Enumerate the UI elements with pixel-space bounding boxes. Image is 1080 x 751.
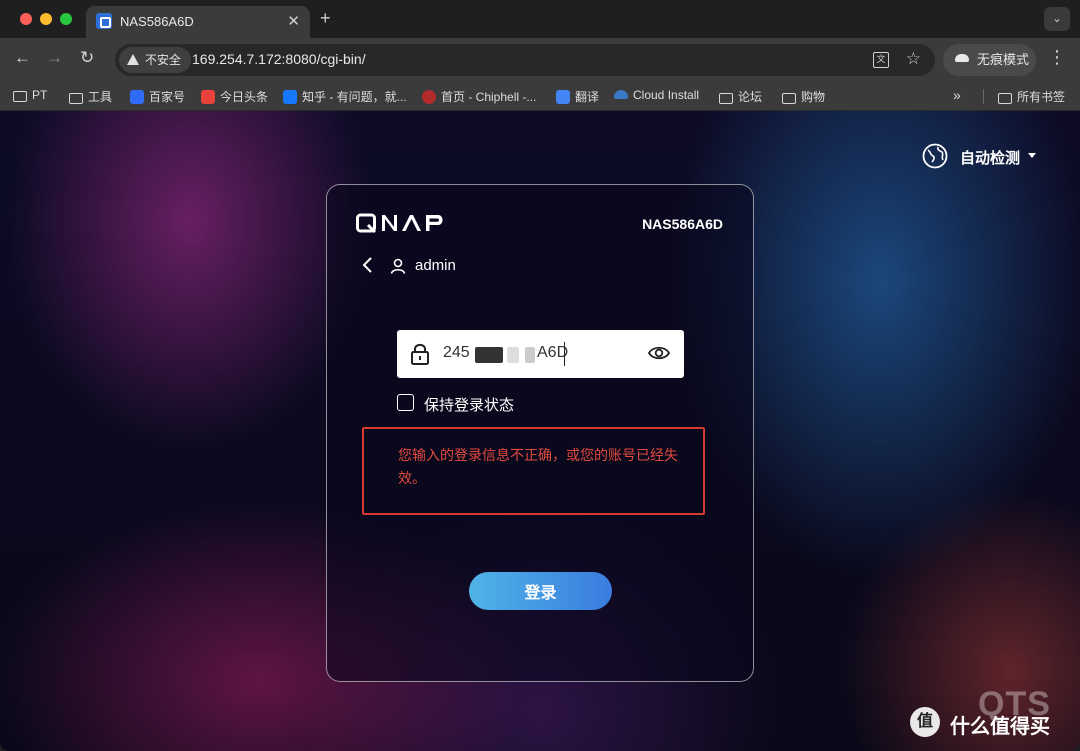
remember-checkbox[interactable]	[397, 394, 414, 411]
smzdm-text: 什么值得买	[950, 716, 1050, 738]
login-button[interactable]: 登录	[469, 572, 612, 610]
incognito-icon	[955, 54, 969, 62]
incognito-label: 无痕模式	[977, 52, 1030, 67]
warning-icon	[127, 54, 139, 65]
tab-strip: NAS586A6D ✕ + ⌄	[0, 0, 1080, 38]
new-tab-button[interactable]: +	[320, 8, 331, 29]
all-bookmarks-button[interactable]: 所有书签	[998, 88, 1065, 105]
folder-icon	[782, 93, 796, 104]
translate-page-icon[interactable]: 文	[873, 52, 889, 68]
toutiao-icon	[201, 90, 215, 104]
folder-icon	[69, 93, 83, 104]
maximize-window-button[interactable]	[60, 13, 72, 25]
minimize-window-button[interactable]	[40, 13, 52, 25]
security-label: 不安全	[145, 53, 182, 67]
forward-button[interactable]: →	[46, 48, 63, 68]
username-label: admin	[415, 257, 456, 274]
login-card: NAS586A6D admin 245 A6D 保持登录状态 您输入的登录信息不…	[326, 184, 754, 682]
tab-title: NAS586A6D	[120, 14, 194, 29]
browser-toolbar: ← → ↻ 不安全 169.254.7.172:8080/cgi-bin/ 文 …	[0, 38, 1080, 81]
device-name: NAS586A6D	[642, 216, 723, 232]
bookmark-item[interactable]: 论坛	[719, 88, 762, 105]
bookmark-item[interactable]: 翻译	[556, 88, 599, 105]
browser-window: NAS586A6D ✕ + ⌄ ← → ↻ 不安全 169.254.7.172:…	[0, 0, 1080, 751]
eye-icon[interactable]	[648, 344, 670, 362]
language-label: 自动检测	[960, 150, 1021, 167]
translate-icon	[556, 90, 570, 104]
bookmark-item[interactable]: Cloud Install	[614, 88, 699, 102]
smzdm-badge: 值	[910, 707, 940, 737]
qnap-favicon-icon	[96, 13, 112, 29]
folder-icon	[13, 91, 27, 102]
bookmark-star-icon[interactable]: ☆	[906, 49, 921, 69]
back-button[interactable]: ←	[14, 48, 31, 68]
bookmark-item[interactable]: 百家号	[130, 88, 185, 105]
bookmark-item[interactable]: PT	[13, 88, 47, 102]
remember-label: 保持登录状态	[424, 397, 515, 414]
close-window-button[interactable]	[20, 13, 32, 25]
baijiahao-icon	[130, 90, 144, 104]
browser-menu-icon[interactable]: ⋮	[1048, 48, 1066, 66]
password-redaction	[475, 347, 503, 363]
bookmarks-divider	[983, 89, 984, 104]
reload-button[interactable]: ↻	[80, 48, 94, 68]
user-icon	[390, 258, 406, 274]
error-message: 您输入的登录信息不正确，或您的账号已经失效。	[398, 447, 678, 486]
folder-icon	[719, 93, 733, 104]
bookmarks-bar: PT 工具 百家号 今日头条 知乎 - 有问题，就... 首页 - Chiphe…	[0, 81, 1080, 111]
chiphell-icon	[422, 90, 436, 104]
caret-down-icon	[1028, 153, 1036, 158]
qnap-logo	[356, 213, 443, 233]
url-text[interactable]: 169.254.7.172:8080/cgi-bin/	[192, 51, 366, 67]
more-bookmarks-button[interactable]: »	[953, 87, 961, 103]
qnap-login-page: 自动检测 NAS586A6D admin 245 A6D 保持登录状态 您输入的…	[0, 111, 1080, 751]
chevron-left-icon[interactable]	[360, 255, 374, 275]
security-chip[interactable]: 不安全	[119, 47, 192, 73]
bookmark-item[interactable]: 购物	[782, 88, 825, 105]
address-bar[interactable]: 不安全 169.254.7.172:8080/cgi-bin/ 文 ☆	[115, 44, 935, 76]
bookmark-item[interactable]: 工具	[69, 88, 112, 105]
password-redaction	[507, 347, 519, 363]
bookmark-item[interactable]: 今日头条	[201, 88, 268, 105]
globe-icon	[922, 143, 948, 169]
cloud-icon	[614, 90, 628, 99]
bookmark-item[interactable]: 首页 - Chiphell -...	[422, 88, 536, 105]
error-message-box: 您输入的登录信息不正确，或您的账号已经失效。	[362, 427, 705, 515]
password-redaction	[525, 347, 535, 363]
text-cursor	[564, 342, 565, 366]
password-text-prefix: 245	[443, 344, 470, 361]
incognito-indicator[interactable]: 无痕模式	[943, 44, 1036, 76]
tab-search-button[interactable]: ⌄	[1044, 7, 1070, 31]
active-tab[interactable]: NAS586A6D ✕	[86, 6, 310, 38]
zhihu-icon	[283, 90, 297, 104]
folder-icon	[998, 93, 1012, 104]
bookmark-item[interactable]: 知乎 - 有问题，就...	[283, 88, 407, 105]
tab-close-icon[interactable]: ✕	[287, 12, 300, 30]
password-field[interactable]: 245 A6D	[397, 330, 684, 378]
lock-icon	[411, 343, 429, 365]
